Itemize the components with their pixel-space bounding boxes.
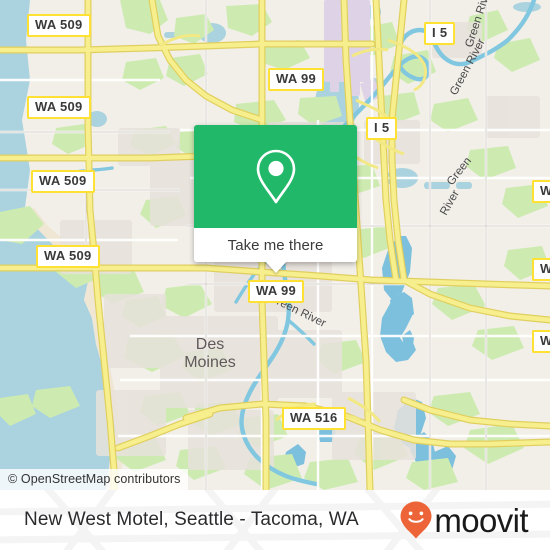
popup-pin-area [194, 125, 357, 228]
moovit-smiley-pin-icon [400, 501, 432, 539]
highway-shield: WA [532, 180, 550, 203]
popup-action-area[interactable]: Take me there [194, 228, 357, 273]
highway-shield: WA 99 [268, 68, 325, 91]
take-me-there-label: Take me there [227, 236, 324, 254]
moovit-wordmark: moovit [434, 501, 528, 539]
highway-shield: WA 516 [282, 407, 346, 430]
popup-pointer [264, 261, 287, 273]
moovit-logo[interactable]: moovit [399, 500, 529, 540]
page-title: New West Motel, Seattle - Tacoma, WA [24, 509, 359, 530]
highway-shield: WA [532, 330, 550, 353]
highway-shield: WA 99 [248, 280, 305, 303]
highway-shield: WA 509 [27, 96, 91, 119]
highway-shield: I 5 [424, 22, 456, 45]
highway-shield: WA 509 [31, 170, 95, 193]
osm-attribution[interactable]: © OpenStreetMap contributors [0, 469, 188, 490]
map-screenshot-root: Des Moines Green Riv Green River Green R… [0, 0, 550, 550]
location-popup-card[interactable]: Take me there [194, 125, 357, 273]
highway-shield: I 5 [366, 117, 398, 140]
highway-shield: WA 509 [36, 245, 100, 268]
highway-shield: WA [532, 258, 550, 281]
footer-bar: New West Motel, Seattle - Tacoma, WA moo… [0, 490, 550, 550]
location-pin-icon [256, 149, 295, 203]
highway-shield: WA 509 [27, 14, 91, 37]
